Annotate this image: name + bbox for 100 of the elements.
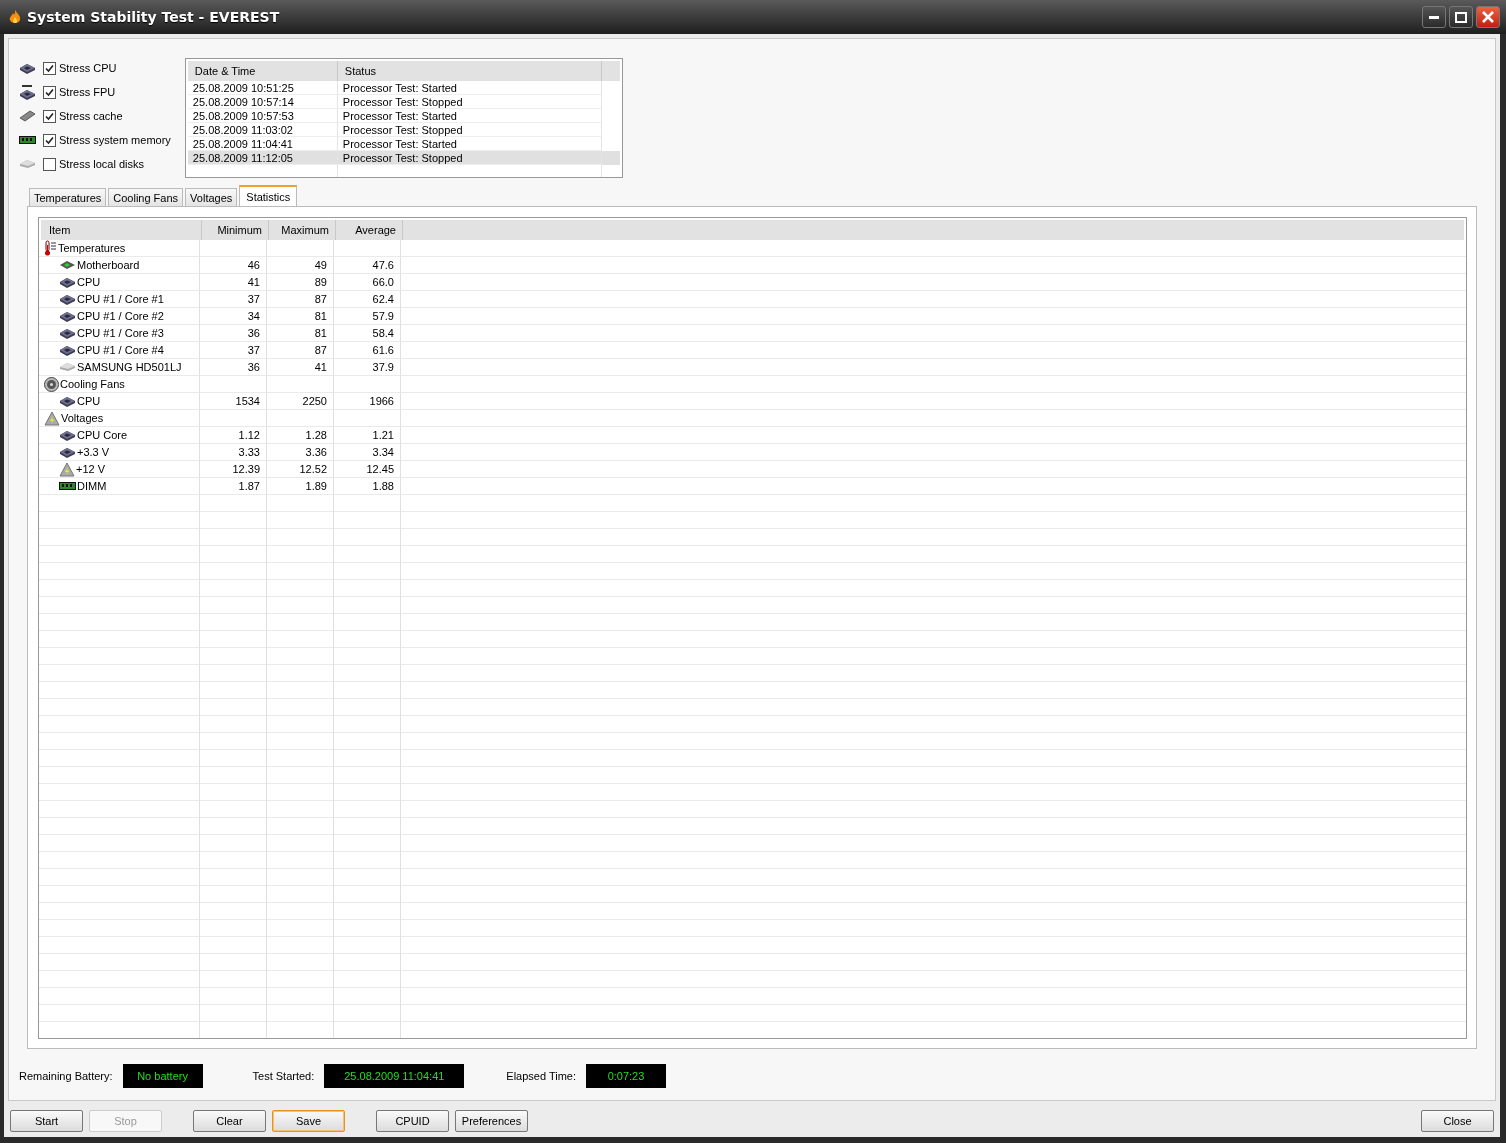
checkbox[interactable] [43, 109, 56, 123]
checkbox-label[interactable]: Stress local disks [59, 158, 144, 170]
empty-cell [200, 410, 267, 427]
item-label: CPU Core [77, 429, 128, 441]
table-cell: 1.21 [334, 427, 401, 444]
memory-module-icon [59, 482, 76, 490]
memory-chip-icon [19, 110, 36, 122]
flame-icon [8, 9, 22, 25]
tree-item[interactable]: Cooling Fans [39, 376, 200, 393]
tree-item[interactable]: CPU [39, 274, 200, 291]
table-cell: 37.9 [334, 359, 401, 376]
tree-item[interactable]: CPU [39, 393, 200, 410]
table-cell: Processor Test: Stopped [337, 151, 602, 165]
chip-icon [59, 310, 76, 322]
log-row[interactable]: 25.08.2009 11:03:02 Processor Test: Stopped [187, 123, 620, 137]
item-label: +12 V [76, 463, 106, 475]
push-button[interactable]: Preferences [455, 1110, 528, 1132]
group-label: Voltages [61, 412, 104, 424]
tree-item[interactable]: CPU #1 / Core #2 [39, 308, 200, 325]
chip-icon [59, 276, 76, 288]
item-label: CPU #1 / Core #1 [77, 293, 164, 305]
tree-item[interactable]: SAMSUNG HD501LJ [39, 359, 200, 376]
status-label: Remaining Battery: [19, 1070, 113, 1082]
table-cell: 57.9 [334, 308, 401, 325]
table-cell: 12.52 [267, 461, 334, 478]
push-button[interactable]: Clear [193, 1110, 266, 1132]
table-cell: 12.45 [334, 461, 401, 478]
log-row[interactable]: 25.08.2009 10:51:25 Processor Test: Started [187, 81, 620, 95]
checkbox[interactable] [43, 157, 56, 171]
minimize-button[interactable] [1422, 6, 1446, 28]
table-cell: 25.08.2009 10:57:53 [187, 109, 338, 123]
log-row[interactable]: 25.08.2009 10:57:53 Processor Test: Started [187, 109, 620, 123]
item-label: CPU #1 / Core #3 [77, 327, 164, 339]
table-cell: 1.12 [200, 427, 267, 444]
empty-cell [267, 410, 334, 427]
empty-cell [267, 376, 334, 393]
status-label: Elapsed Time: [506, 1070, 576, 1082]
table-cell: 25.08.2009 11:12:05 [187, 151, 338, 165]
table-cell: 81 [267, 325, 334, 342]
table-cell: 49 [267, 257, 334, 274]
tab[interactable]: Statistics [239, 185, 298, 206]
checkbox[interactable] [43, 61, 56, 75]
group-label: Temperatures [58, 242, 126, 254]
maximize-icon [1455, 11, 1467, 23]
tree-item[interactable]: CPU Core [39, 427, 200, 444]
chip-icon [19, 62, 36, 74]
table-cell: 1.28 [267, 427, 334, 444]
tree-item[interactable]: CPU #1 / Core #3 [39, 325, 200, 342]
tab[interactable]: Voltages [185, 188, 238, 206]
table-cell: 41 [267, 359, 334, 376]
tab[interactable]: Temperatures [29, 188, 107, 206]
close-dialog-button[interactable]: Close [1421, 1110, 1494, 1132]
maximize-button[interactable] [1449, 6, 1473, 28]
table-cell: 58.4 [334, 325, 401, 342]
item-label: DIMM [77, 480, 107, 492]
fan-icon [44, 376, 59, 392]
column-header[interactable]: Average [336, 220, 403, 240]
table-cell: Processor Test: Stopped [337, 123, 602, 137]
status-display: 25.08.2009 11:04:41 [324, 1064, 465, 1088]
column-header[interactable]: Maximum [269, 220, 336, 240]
column-header[interactable]: Minimum [202, 220, 269, 240]
column-header[interactable]: Item [41, 220, 202, 240]
push-button[interactable]: Start [10, 1110, 83, 1132]
log-row[interactable]: 25.08.2009 11:12:05 Processor Test: Stopped [187, 151, 620, 165]
tree-item[interactable]: CPU #1 / Core #1 [39, 291, 200, 308]
memory-module-icon [19, 136, 36, 144]
close-button[interactable] [1476, 6, 1500, 28]
column-header[interactable]: Date & Time [187, 61, 338, 81]
minimize-icon [1429, 15, 1439, 19]
item-label: Motherboard [77, 259, 140, 271]
log-row[interactable]: 25.08.2009 10:57:14 Processor Test: Stopped [187, 95, 620, 109]
tab[interactable]: Cooling Fans [108, 188, 184, 206]
tree-item[interactable]: +12 V [39, 461, 200, 478]
item-label: CPU [77, 395, 101, 407]
push-button[interactable]: CPUID [376, 1110, 449, 1132]
table-cell: 47.6 [334, 257, 401, 274]
checkbox[interactable] [43, 133, 56, 147]
tree-item[interactable]: Temperatures [39, 240, 200, 257]
item-label: CPU [77, 276, 101, 288]
column-header[interactable]: Status [337, 61, 602, 81]
checkbox-label[interactable]: Stress cache [59, 110, 123, 122]
checkbox-label[interactable]: Stress system memory [59, 134, 171, 146]
checkbox-label[interactable]: Stress FPU [59, 86, 116, 98]
table-cell: 37 [200, 342, 267, 359]
table-cell: 87 [267, 342, 334, 359]
tree-item[interactable]: CPU #1 / Core #4 [39, 342, 200, 359]
table-cell: 2250 [267, 393, 334, 410]
checkbox-label[interactable]: Stress CPU [59, 62, 117, 74]
push-button[interactable]: Save [272, 1110, 345, 1132]
warning-triangle-icon [59, 461, 75, 477]
checkbox[interactable] [43, 85, 56, 99]
chip-icon [59, 293, 76, 305]
chip-icon [59, 395, 76, 407]
hard-disk-icon [59, 362, 76, 372]
tree-item[interactable]: +3.3 V [39, 444, 200, 461]
tree-item[interactable]: Voltages [39, 410, 200, 427]
table-cell: 66.0 [334, 274, 401, 291]
close-icon [1481, 10, 1495, 24]
table-cell: 3.36 [267, 444, 334, 461]
tree-item[interactable]: Motherboard [39, 257, 200, 274]
